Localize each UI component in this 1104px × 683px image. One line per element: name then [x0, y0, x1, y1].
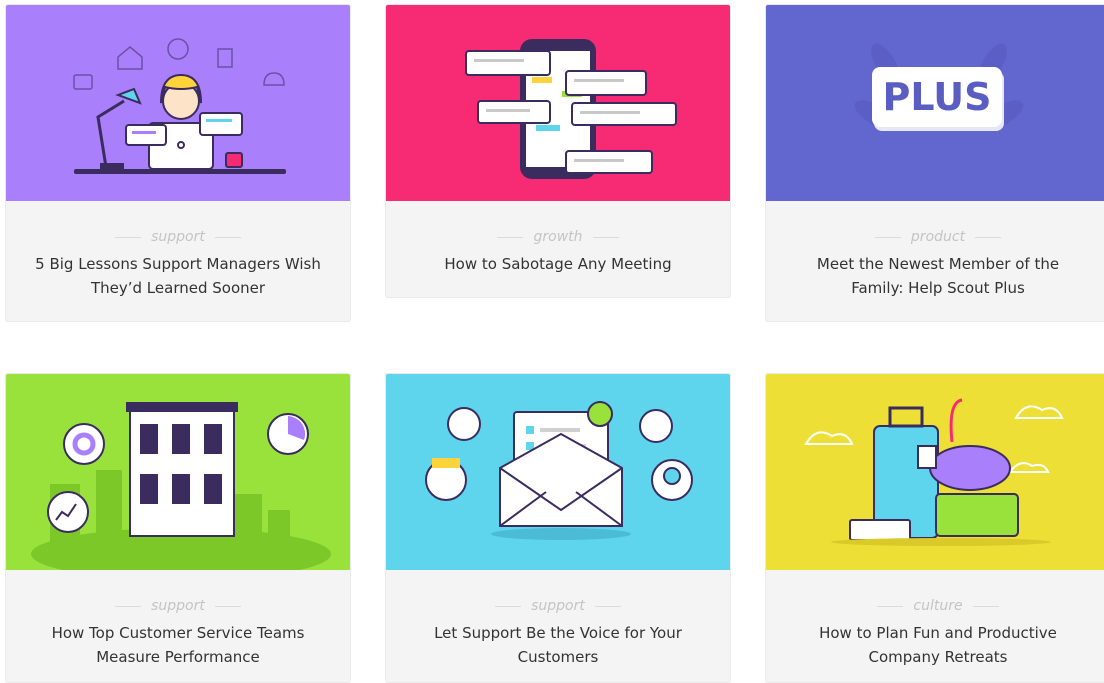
article-title[interactable]: How to Plan Fun and Productive Company R…: [794, 621, 1082, 669]
article-illustration: [386, 374, 730, 570]
article-card[interactable]: culture How to Plan Fun and Productive C…: [765, 373, 1104, 683]
article-illustration: [386, 5, 730, 201]
article-title[interactable]: Let Support Be the Voice for Your Custom…: [414, 621, 702, 669]
article-card[interactable]: support How Top Customer Service Teams M…: [5, 373, 351, 683]
article-title[interactable]: How to Sabotage Any Meeting: [414, 252, 702, 276]
category-label: growth: [386, 228, 730, 246]
article-card[interactable]: growth How to Sabotage Any Meeting: [385, 4, 731, 298]
article-card[interactable]: support 5 Big Lessons Support Managers W…: [5, 4, 351, 322]
article-illustration: [6, 5, 350, 201]
article-illustration: [6, 374, 350, 570]
article-illustration: [766, 374, 1104, 570]
article-title[interactable]: Meet the Newest Member of the Family: He…: [794, 252, 1082, 300]
article-title[interactable]: 5 Big Lessons Support Managers Wish They…: [34, 252, 322, 300]
article-illustration: PLUS: [766, 5, 1104, 201]
category-label: support: [386, 597, 730, 615]
category-label: product: [766, 228, 1104, 246]
article-title[interactable]: How Top Customer Service Teams Measure P…: [34, 621, 322, 669]
article-card[interactable]: PLUS product Meet the Newest Member of t…: [765, 4, 1104, 322]
category-label: support: [6, 597, 350, 615]
category-label: culture: [766, 597, 1104, 615]
plus-badge: PLUS: [882, 75, 992, 119]
category-label: support: [6, 228, 350, 246]
article-card[interactable]: support Let Support Be the Voice for You…: [385, 373, 731, 683]
